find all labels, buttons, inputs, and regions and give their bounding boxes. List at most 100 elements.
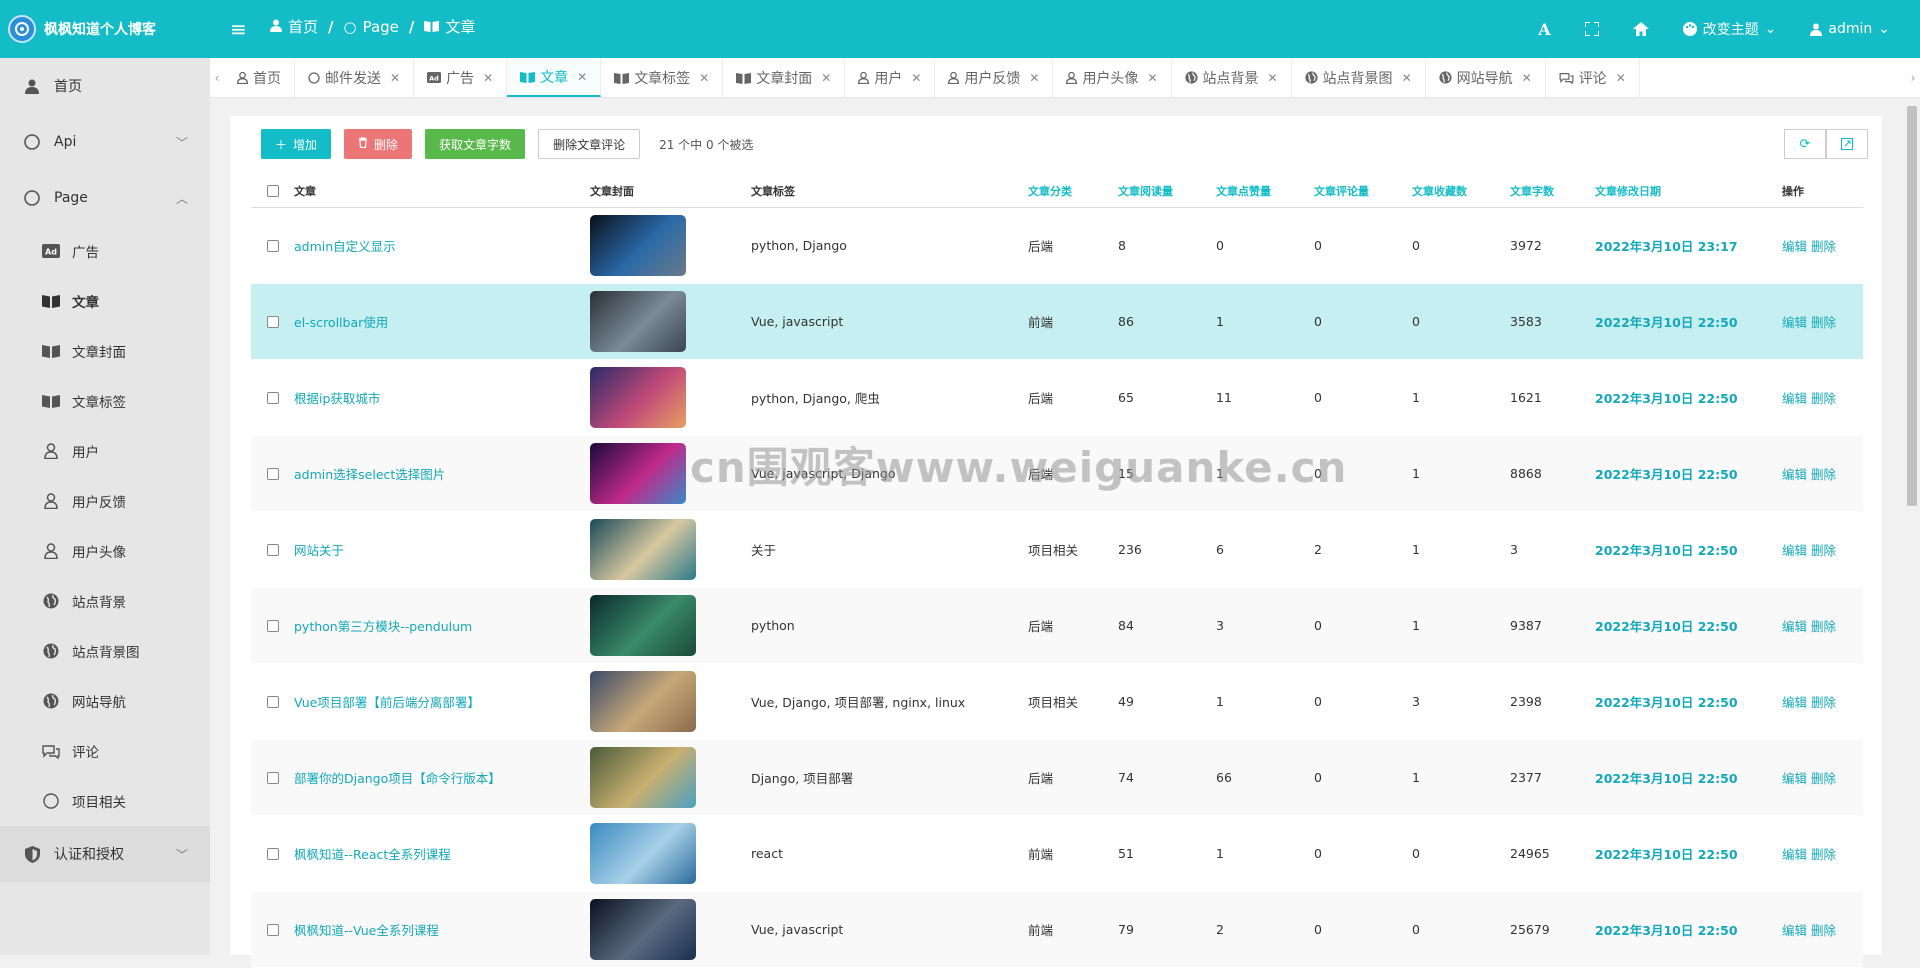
sidebar-item-api[interactable]: Api ﹀ [0, 114, 210, 170]
row-checkbox[interactable] [266, 695, 279, 708]
close-icon[interactable]: ✕ [699, 71, 709, 85]
article-cover-thumbnail[interactable] [590, 519, 696, 580]
col-header-sortable[interactable]: 文章阅读量 [1118, 183, 1216, 199]
add-button[interactable]: ＋ 增加 [261, 129, 332, 159]
breadcrumb-page[interactable]: Page [363, 18, 399, 36]
delete-button[interactable]: 删除 [344, 129, 413, 159]
edit-link[interactable]: 编辑 [1782, 467, 1807, 482]
tab-item[interactable]: 网站导航 ✕ [1426, 58, 1546, 97]
tab-item[interactable]: 用户 ✕ [845, 58, 936, 97]
table-row[interactable]: Vue项目部署【前后端分离部署】 Vue, Django, 项目部署, nginx… [251, 664, 1863, 740]
table-row[interactable]: 枫枫知道--React全系列课程 react 前端 51 1 0 0 24965 2022年3月… [251, 816, 1863, 892]
sidebar-item-site-bg[interactable]: 站点背景 [0, 576, 210, 626]
edit-link[interactable]: 编辑 [1782, 619, 1807, 634]
close-icon[interactable]: ✕ [1268, 71, 1278, 85]
sidebar-item-page[interactable]: Page ︿ [0, 170, 210, 226]
tab-item[interactable]: 站点背景 ✕ [1172, 58, 1292, 97]
article-cover-thumbnail[interactable] [590, 367, 686, 428]
sidebar-item-article-covers[interactable]: 文章封面 [0, 326, 210, 376]
article-title-link[interactable]: Vue项目部署【前后端分离部署】 [294, 695, 480, 710]
count-words-button[interactable]: 获取文章字数 [425, 129, 526, 159]
close-icon[interactable]: ✕ [1616, 71, 1626, 85]
home-icon[interactable] [1632, 22, 1649, 36]
tab-item[interactable]: 评论 ✕ [1546, 58, 1640, 97]
close-icon[interactable]: ✕ [577, 70, 587, 84]
tab-item[interactable]: 站点背景图 ✕ [1292, 58, 1426, 97]
delete-link[interactable]: 删除 [1811, 391, 1836, 406]
close-icon[interactable]: ✕ [1522, 71, 1532, 85]
edit-link[interactable]: 编辑 [1782, 239, 1807, 254]
table-row[interactable]: 根据ip获取城市 python, Django, 爬虫 后端 65 11 0 1 1621 20… [251, 360, 1863, 436]
col-header-sortable[interactable]: 文章评论量 [1314, 183, 1412, 199]
delete-link[interactable]: 删除 [1811, 847, 1836, 862]
sidebar-item-site-nav[interactable]: 网站导航 [0, 676, 210, 726]
delete-link[interactable]: 删除 [1811, 771, 1836, 786]
article-cover-thumbnail[interactable] [590, 671, 696, 732]
table-row[interactable]: 枫枫知道--Vue全系列课程 Vue, javascript 前端 79 2 0 0 2567… [251, 892, 1863, 968]
row-checkbox[interactable] [266, 543, 279, 556]
close-icon[interactable]: ✕ [821, 71, 831, 85]
tab-item[interactable]: 文章标签 ✕ [601, 58, 724, 97]
table-row[interactable]: admin自定义显示 python, Django 后端 8 0 0 0 3972 2022年3… [251, 208, 1863, 284]
article-cover-thumbnail[interactable] [590, 747, 696, 808]
article-cover-thumbnail[interactable] [590, 899, 696, 960]
col-header-sortable[interactable]: 文章修改日期 [1595, 183, 1782, 199]
col-header-sortable[interactable]: 文章字数 [1510, 183, 1595, 199]
tab-item[interactable]: 首页 [224, 58, 295, 97]
refresh-icon[interactable]: ⟳ [1784, 129, 1826, 159]
article-title-link[interactable]: 枫枫知道--Vue全系列课程 [294, 923, 439, 938]
tab-item[interactable]: 文章 ✕ [507, 58, 602, 97]
sidebar-item-ads[interactable]: Ad 广告 [0, 226, 210, 276]
delete-link[interactable]: 删除 [1811, 239, 1836, 254]
col-header-sortable[interactable]: 文章分类 [1028, 183, 1118, 199]
sidebar-item-avatars[interactable]: 用户头像 [0, 526, 210, 576]
close-icon[interactable]: ✕ [911, 71, 921, 85]
font-size-icon[interactable]: A [1538, 20, 1550, 39]
article-title-link[interactable]: 部署你的Django项目【命令行版本】 [294, 771, 501, 786]
article-title-link[interactable]: python第三方模块--pendulum [294, 619, 472, 634]
table-row[interactable]: python第三方模块--pendulum python 后端 84 3 0 1 9387 20… [251, 588, 1863, 664]
tab-scroll-right-icon[interactable]: › [1906, 58, 1920, 97]
sidebar-item-article-tags[interactable]: 文章标签 [0, 376, 210, 426]
page-scrollbar[interactable] [1904, 98, 1920, 955]
close-icon[interactable]: ✕ [1402, 71, 1412, 85]
delete-link[interactable]: 删除 [1811, 543, 1836, 558]
row-checkbox[interactable] [266, 847, 279, 860]
close-icon[interactable]: ✕ [1147, 71, 1157, 85]
delete-comments-button[interactable]: 删除文章评论 [538, 129, 641, 159]
scrollbar-thumb[interactable] [1907, 106, 1917, 506]
edit-link[interactable]: 编辑 [1782, 315, 1807, 330]
table-row[interactable]: el-scrollbar使用 Vue, javascript 前端 86 1 0 0 3583… [251, 284, 1863, 360]
sidebar-item-articles[interactable]: 文章 [0, 276, 210, 326]
article-cover-thumbnail[interactable] [590, 291, 686, 352]
row-checkbox[interactable] [266, 771, 279, 784]
row-checkbox[interactable] [266, 315, 279, 328]
sidebar-item-feedback[interactable]: 用户反馈 [0, 476, 210, 526]
fullscreen-icon[interactable] [1584, 22, 1599, 36]
article-cover-thumbnail[interactable] [590, 215, 686, 276]
sidebar-item-home[interactable]: 首页 [0, 58, 210, 114]
menu-toggle-icon[interactable]: ≡ [230, 17, 247, 41]
row-checkbox[interactable] [266, 923, 279, 936]
article-cover-thumbnail[interactable] [590, 595, 696, 656]
close-icon[interactable]: ✕ [390, 71, 400, 85]
edit-link[interactable]: 编辑 [1782, 923, 1807, 938]
tab-scroll-left-icon[interactable]: ‹ [210, 58, 224, 97]
tab-item[interactable]: 用户头像 ✕ [1053, 58, 1172, 97]
table-row[interactable]: 部署你的Django项目【命令行版本】 Django, 项目部署 后端 74 66 0 1 2… [251, 740, 1863, 816]
article-title-link[interactable]: 根据ip获取城市 [294, 391, 380, 406]
tab-item[interactable]: Ad 广告 ✕ [414, 58, 508, 97]
table-row[interactable]: 网站关于 关于 项目相关 236 6 2 1 3 2022年3月10日 22:50 编辑 删除 [251, 512, 1863, 588]
row-checkbox[interactable] [266, 467, 279, 480]
close-icon[interactable]: ✕ [483, 71, 493, 85]
tab-item[interactable]: 用户反馈 ✕ [935, 58, 1054, 97]
breadcrumb-home[interactable]: 首页 [288, 16, 318, 37]
sidebar-item-comments[interactable]: 评论 [0, 726, 210, 776]
article-title-link[interactable]: admin选择select选择图片 [294, 467, 445, 482]
theme-switcher[interactable]: 改变主题 ⌄ [1682, 19, 1776, 39]
article-title-link[interactable]: 网站关于 [294, 543, 344, 558]
site-logo[interactable]: 枫枫知道个人博客 [0, 0, 210, 58]
export-icon[interactable] [1826, 129, 1868, 159]
delete-link[interactable]: 删除 [1811, 315, 1836, 330]
article-cover-thumbnail[interactable] [590, 443, 686, 504]
